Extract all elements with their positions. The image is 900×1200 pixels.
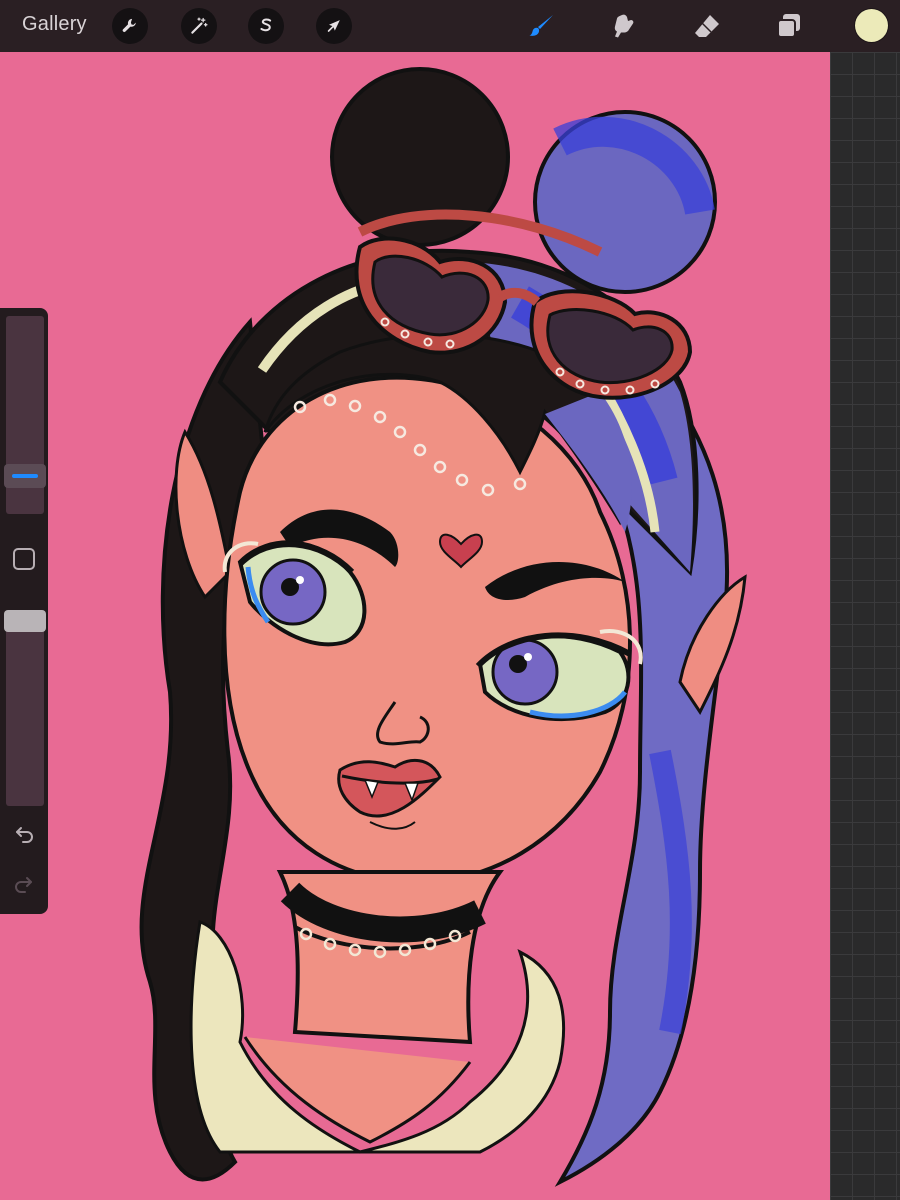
left-sidebar	[0, 308, 48, 914]
brush-size-slider-thumb[interactable]	[4, 463, 46, 488]
opacity-slider[interactable]	[6, 610, 44, 806]
color-swatch[interactable]	[855, 9, 888, 42]
brush-icon[interactable]	[525, 9, 559, 43]
redo-arrow-icon[interactable]	[10, 871, 38, 899]
smudge-icon[interactable]	[608, 9, 642, 43]
gallery-button[interactable]: Gallery	[22, 13, 87, 36]
transform-arrow-icon[interactable]	[316, 8, 352, 44]
eraser-icon[interactable]	[690, 9, 724, 43]
magic-wand-icon[interactable]	[181, 8, 217, 44]
selection-s-icon[interactable]	[248, 8, 284, 44]
wrench-icon[interactable]	[112, 8, 148, 44]
canvas-grid-margin	[830, 52, 900, 1200]
layers-icon[interactable]	[772, 9, 806, 43]
illustration-artwork	[0, 52, 830, 1200]
opacity-slider-thumb[interactable]	[4, 610, 46, 632]
undo-arrow-icon[interactable]	[10, 821, 38, 849]
square-icon[interactable]	[13, 548, 35, 570]
drawing-canvas[interactable]	[0, 52, 830, 1200]
top-toolbar: Gallery	[0, 0, 900, 52]
